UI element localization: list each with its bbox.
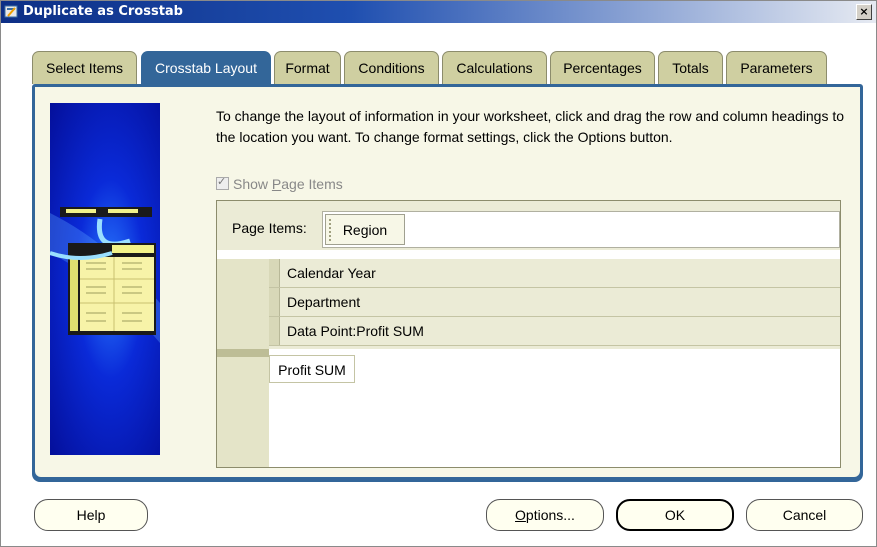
row-axis-strip [217, 259, 269, 467]
crosstab-layout-area: Page Items: Region Calendar Year Departm… [216, 200, 841, 468]
data-item-profit-sum[interactable]: Profit SUM [269, 355, 355, 383]
page-items-row: Page Items: Region [217, 201, 840, 250]
tab-format[interactable]: Format [274, 51, 341, 84]
close-icon: × [859, 5, 869, 18]
close-button[interactable]: × [856, 4, 872, 20]
ok-button[interactable]: OK [616, 499, 734, 531]
page-item-region[interactable]: Region [325, 214, 405, 245]
checkbox-check-icon[interactable] [216, 175, 229, 190]
app-icon [4, 5, 18, 18]
heading-data-point[interactable]: Data Point:Profit SUM [269, 317, 840, 346]
options-button[interactable]: Options... [486, 499, 604, 531]
tab-parameters[interactable]: Parameters [726, 51, 827, 84]
page-items-label: Page Items: [232, 220, 307, 236]
data-area: Profit SUM [269, 349, 840, 467]
tab-percentages[interactable]: Percentages [550, 51, 655, 84]
tab-panel-body: To change the layout of information in y… [35, 87, 860, 477]
drag-grip-icon[interactable] [269, 259, 280, 287]
show-page-items-checkbox[interactable]: Show Page Items [216, 175, 343, 192]
cancel-button[interactable]: Cancel [746, 499, 863, 531]
tab-calculations[interactable]: Calculations [442, 51, 547, 84]
window-title: Duplicate as Crosstab [23, 4, 183, 19]
crosstab-illustration [50, 103, 160, 455]
tab-conditions[interactable]: Conditions [344, 51, 439, 84]
dialog-window: Duplicate as Crosstab × Select Items Cro… [0, 0, 877, 547]
row-axis-divider [217, 349, 269, 357]
page-items-well[interactable]: Region [322, 211, 840, 248]
heading-calendar-year[interactable]: Calendar Year [269, 259, 840, 288]
tab-select-items[interactable]: Select Items [32, 51, 137, 84]
heading-department[interactable]: Department [269, 288, 840, 317]
tab-totals[interactable]: Totals [658, 51, 723, 84]
drag-grip-icon[interactable] [269, 288, 280, 316]
column-headings: Calendar Year Department Data Point:Prof… [269, 259, 840, 349]
title-bar[interactable]: Duplicate as Crosstab × [1, 1, 876, 23]
instructions-text: To change the layout of information in y… [216, 108, 845, 145]
tab-crosstab-layout[interactable]: Crosstab Layout [141, 51, 271, 85]
crosstab-graphic-icon [50, 207, 160, 343]
drag-grip-icon[interactable] [269, 317, 280, 345]
tab-panel: To change the layout of information in y… [32, 84, 863, 482]
help-button[interactable]: Help [34, 499, 148, 531]
